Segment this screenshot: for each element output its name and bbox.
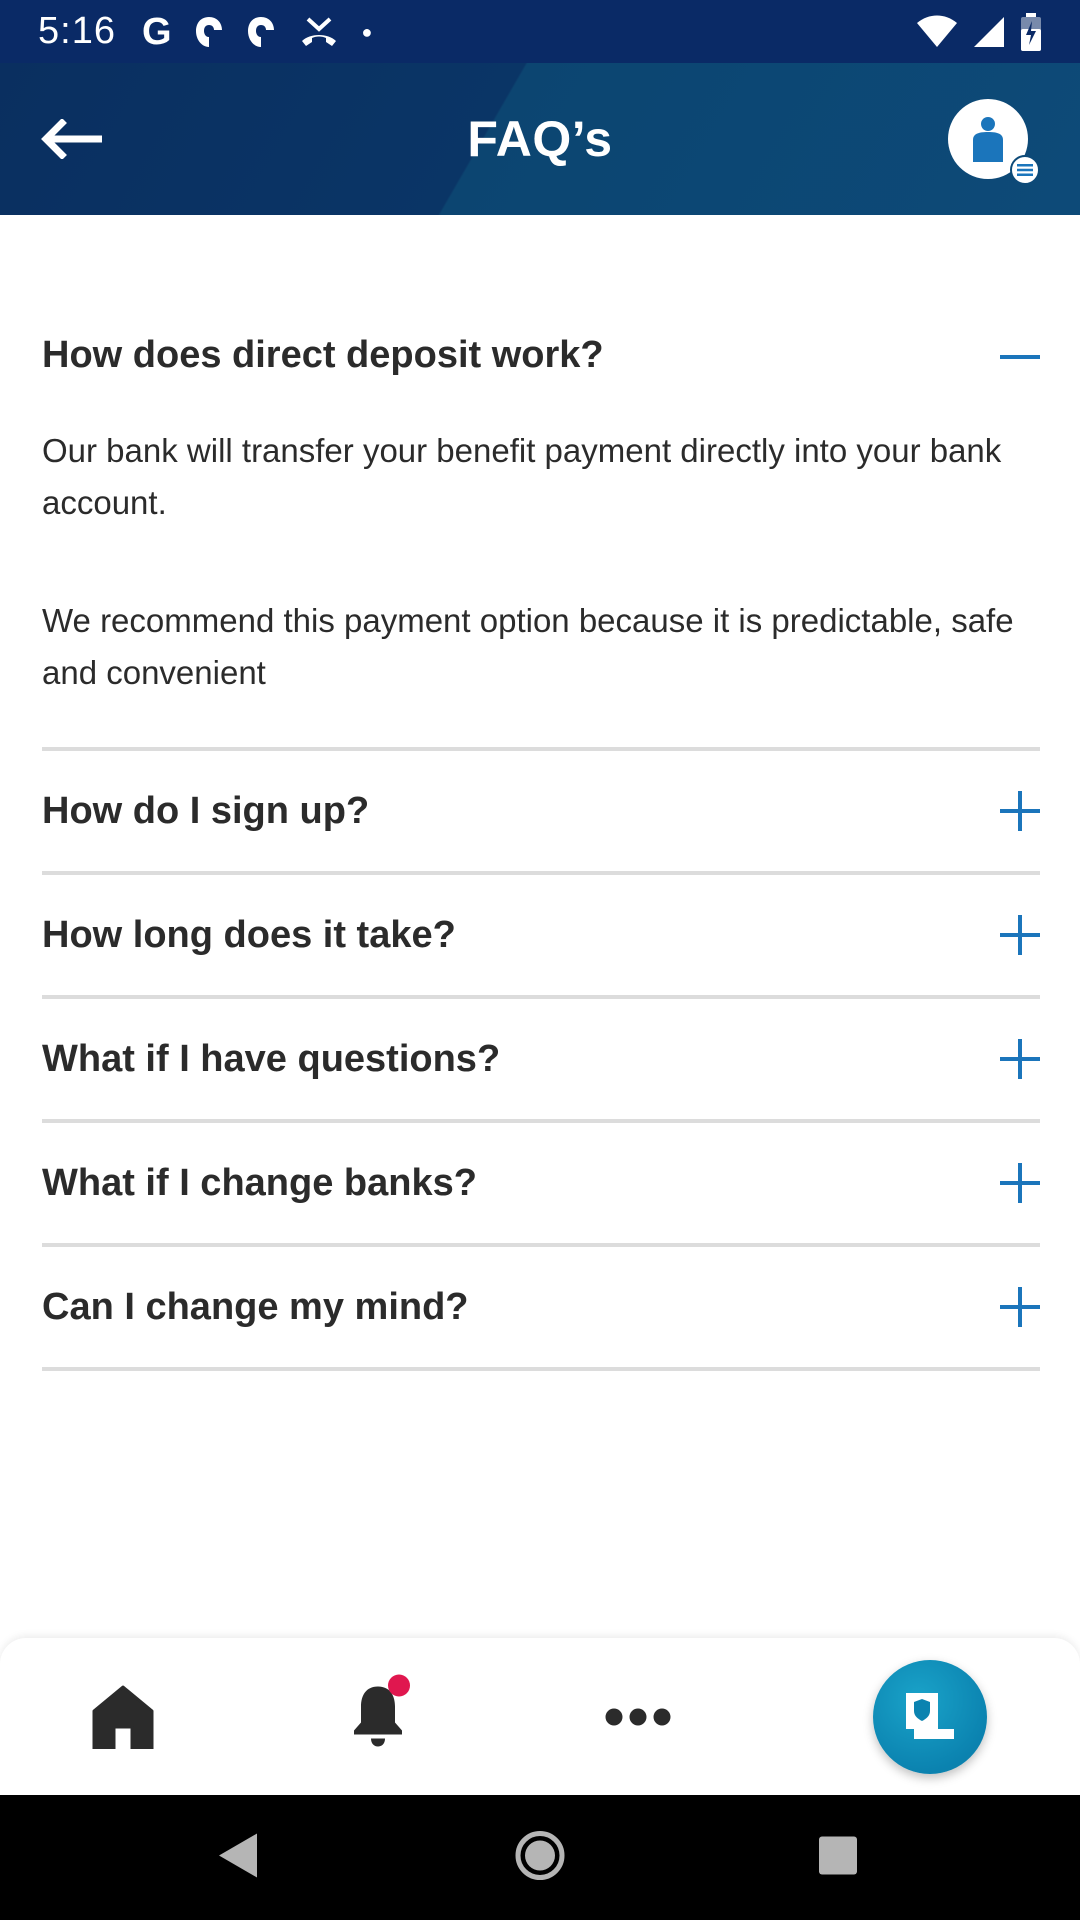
faq-item: How long does it take? bbox=[42, 875, 1040, 999]
faq-question-text: How long does it take? bbox=[42, 913, 456, 956]
faq-question-toggle[interactable]: What if I have questions? bbox=[42, 999, 1040, 1119]
faq-question-text: What if I change banks? bbox=[42, 1161, 477, 1204]
system-home-button[interactable] bbox=[515, 1830, 565, 1885]
faq-question-text: What if I have questions? bbox=[42, 1037, 501, 1080]
home-icon bbox=[92, 1685, 154, 1749]
expand-plus-icon[interactable] bbox=[1000, 1039, 1040, 1079]
faq-answer-paragraph: Our bank will transfer your benefit paym… bbox=[42, 432, 1002, 521]
bottom-navigation bbox=[0, 1638, 1080, 1795]
back-triangle-icon bbox=[219, 1833, 257, 1877]
document-shield-icon bbox=[906, 1692, 954, 1739]
app-notification-icon bbox=[195, 16, 222, 47]
app-header: FAQ’s bbox=[0, 63, 1080, 215]
recents-square-icon bbox=[819, 1836, 857, 1874]
faq-list: How does direct deposit work? Our bank w… bbox=[42, 215, 1040, 1371]
nav-home-button[interactable] bbox=[92, 1685, 154, 1749]
faq-question-toggle[interactable]: How long does it take? bbox=[42, 875, 1040, 995]
system-navigation-bar bbox=[0, 1795, 1080, 1920]
expand-plus-icon[interactable] bbox=[1000, 1163, 1040, 1203]
faq-item: How does direct deposit work? Our bank w… bbox=[42, 215, 1040, 751]
faq-question-toggle[interactable]: How does direct deposit work? bbox=[42, 215, 1040, 425]
signal-icon bbox=[974, 16, 1004, 47]
more-icon bbox=[605, 1708, 671, 1725]
faq-question-text: Can I change my mind? bbox=[42, 1285, 469, 1328]
back-button[interactable] bbox=[40, 111, 106, 167]
user-icon bbox=[973, 117, 1003, 162]
faq-item: Can I change my mind? bbox=[42, 1247, 1040, 1371]
home-circle-icon bbox=[515, 1830, 565, 1880]
more-notifications-dot: ● bbox=[361, 21, 373, 42]
nav-notifications-button[interactable] bbox=[352, 1674, 410, 1751]
faq-question-toggle[interactable]: How do I sign up? bbox=[42, 751, 1040, 871]
profile-button[interactable] bbox=[948, 99, 1040, 185]
faq-item: What if I change banks? bbox=[42, 1123, 1040, 1247]
notification-dot bbox=[388, 1674, 410, 1696]
faq-answer: Our bank will transfer your benefit paym… bbox=[42, 425, 1040, 747]
app-notification-icon bbox=[247, 16, 274, 47]
system-back-button[interactable] bbox=[217, 1831, 259, 1884]
expand-plus-icon[interactable] bbox=[1000, 791, 1040, 831]
faq-question-toggle[interactable]: Can I change my mind? bbox=[42, 1247, 1040, 1367]
system-recents-button[interactable] bbox=[817, 1834, 859, 1881]
back-arrow-icon bbox=[41, 119, 102, 159]
wifi-icon bbox=[917, 15, 957, 47]
faq-item: What if I have questions? bbox=[42, 999, 1040, 1123]
faq-answer-paragraph: We recommend this payment option because… bbox=[42, 602, 1014, 691]
nav-more-button[interactable] bbox=[605, 1707, 671, 1727]
system-status-icons bbox=[916, 12, 1042, 51]
collapse-minus-icon[interactable] bbox=[1000, 337, 1040, 377]
faq-question-text: How does direct deposit work? bbox=[42, 334, 604, 376]
menu-badge-icon bbox=[1010, 155, 1040, 185]
faq-question-toggle[interactable]: What if I change banks? bbox=[42, 1123, 1040, 1243]
faq-item: How do I sign up? bbox=[42, 751, 1040, 875]
status-time: 5:16 bbox=[38, 10, 116, 52]
google-icon: G bbox=[141, 10, 172, 53]
expand-plus-icon[interactable] bbox=[1000, 915, 1040, 955]
status-bar: 5:16 G ● bbox=[0, 0, 1080, 63]
missed-call-icon bbox=[301, 17, 336, 46]
document-action-button[interactable] bbox=[873, 1659, 987, 1774]
faq-question-text: How do I sign up? bbox=[42, 789, 370, 832]
expand-plus-icon[interactable] bbox=[1000, 1287, 1040, 1327]
battery-icon bbox=[1021, 12, 1041, 51]
notification-icons: G ● bbox=[142, 13, 372, 51]
page-title: FAQ’s bbox=[467, 111, 613, 167]
